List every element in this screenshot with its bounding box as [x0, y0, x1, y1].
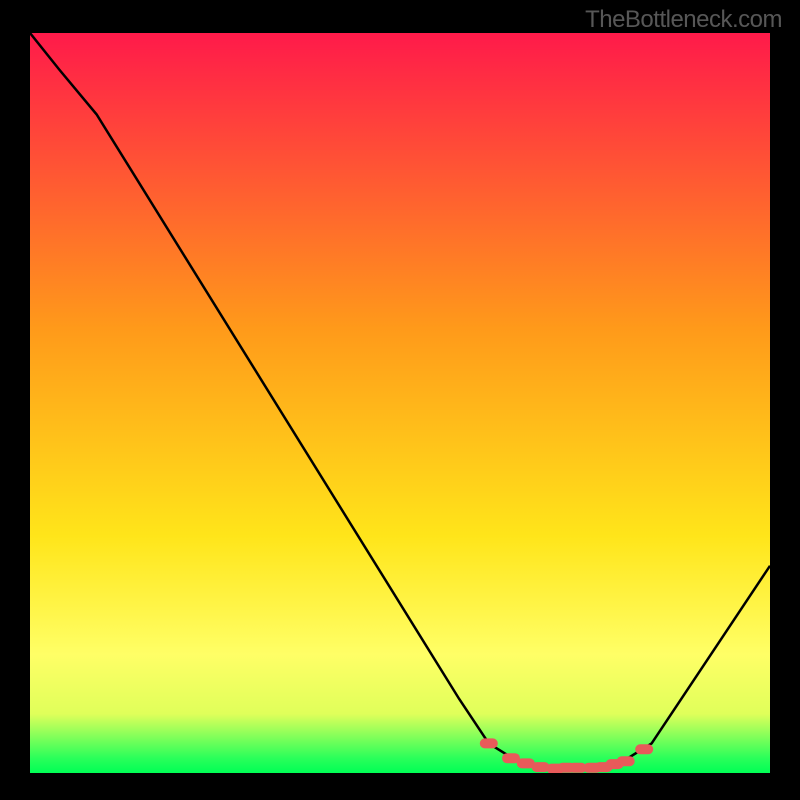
marker-point [617, 756, 635, 766]
marker-point [480, 738, 498, 748]
chart-container: TheBottleneck.com [0, 0, 800, 800]
watermark-text: TheBottleneck.com [585, 6, 782, 34]
chart-svg [30, 33, 770, 773]
marker-point [635, 744, 653, 754]
gradient-background [30, 33, 770, 773]
